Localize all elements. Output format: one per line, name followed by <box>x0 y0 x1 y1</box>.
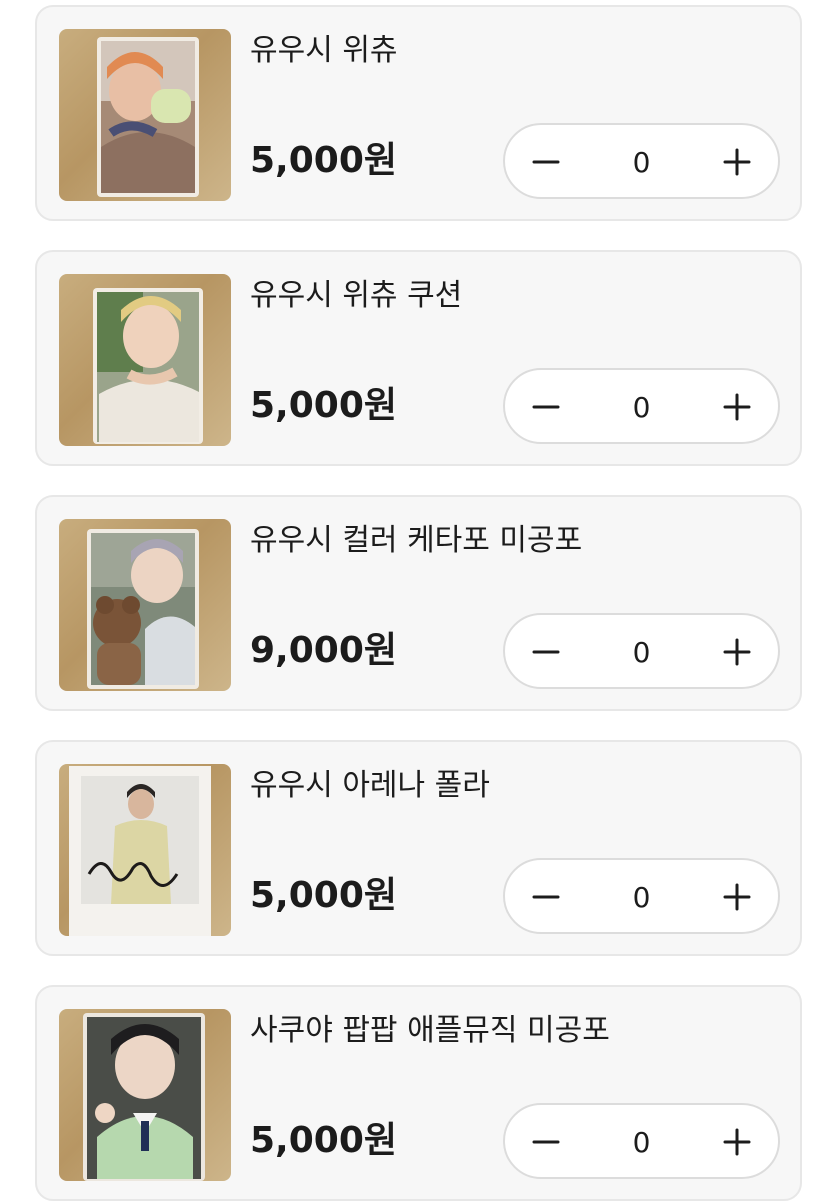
product-name: 사쿠야 팝팝 애플뮤직 미공포 <box>250 1013 610 1048</box>
increase-button[interactable] <box>712 382 762 432</box>
increase-button[interactable] <box>712 627 762 677</box>
product-photo[interactable] <box>59 274 231 446</box>
minus-icon <box>532 895 560 899</box>
product-photo[interactable] <box>59 29 231 201</box>
product-price: 5,000원 <box>250 140 397 181</box>
product-card: 유우시 위츄 5,000원 0 <box>35 5 802 221</box>
product-photo[interactable] <box>59 764 231 936</box>
plus-icon <box>723 1128 751 1156</box>
increase-button[interactable] <box>712 1117 762 1167</box>
product-card: 유우시 컬러 케타포 미공포 9,000원 0 <box>35 495 802 711</box>
plus-icon <box>723 883 751 911</box>
decrease-button[interactable] <box>521 382 571 432</box>
minus-icon <box>532 1140 560 1144</box>
product-price: 9,000원 <box>250 630 397 671</box>
decrease-button[interactable] <box>521 872 571 922</box>
product-name: 유우시 컬러 케타포 미공포 <box>250 523 583 558</box>
product-price: 5,000원 <box>250 1120 397 1161</box>
product-list: 유우시 위츄 5,000원 0 유우시 위츄 쿠션 5,000원 0 유우시 컬… <box>0 0 838 1201</box>
product-name: 유우시 위츄 쿠션 <box>250 278 463 313</box>
product-name: 유우시 위츄 <box>250 33 398 68</box>
quantity-stepper: 0 <box>503 368 780 444</box>
product-price: 5,000원 <box>250 385 397 426</box>
decrease-button[interactable] <box>521 1117 571 1167</box>
minus-icon <box>532 405 560 409</box>
plus-icon <box>723 638 751 666</box>
quantity-stepper: 0 <box>503 1103 780 1179</box>
minus-icon <box>532 650 560 654</box>
quantity-value[interactable]: 0 <box>605 633 678 673</box>
increase-button[interactable] <box>712 872 762 922</box>
increase-button[interactable] <box>712 137 762 187</box>
product-card: 사쿠야 팝팝 애플뮤직 미공포 5,000원 0 <box>35 985 802 1201</box>
plus-icon <box>723 148 751 176</box>
product-name: 유우시 아레나 폴라 <box>250 768 490 803</box>
product-card: 유우시 아레나 폴라 5,000원 0 <box>35 740 802 956</box>
minus-icon <box>532 160 560 164</box>
quantity-value[interactable]: 0 <box>605 1123 678 1163</box>
quantity-value[interactable]: 0 <box>605 878 678 918</box>
quantity-stepper: 0 <box>503 858 780 934</box>
quantity-stepper: 0 <box>503 123 780 199</box>
product-photo[interactable] <box>59 519 231 691</box>
plus-icon <box>723 393 751 421</box>
quantity-stepper: 0 <box>503 613 780 689</box>
decrease-button[interactable] <box>521 627 571 677</box>
product-card: 유우시 위츄 쿠션 5,000원 0 <box>35 250 802 466</box>
quantity-value[interactable]: 0 <box>605 388 678 428</box>
product-photo[interactable] <box>59 1009 231 1181</box>
product-price: 5,000원 <box>250 875 397 916</box>
quantity-value[interactable]: 0 <box>605 143 678 183</box>
decrease-button[interactable] <box>521 137 571 187</box>
